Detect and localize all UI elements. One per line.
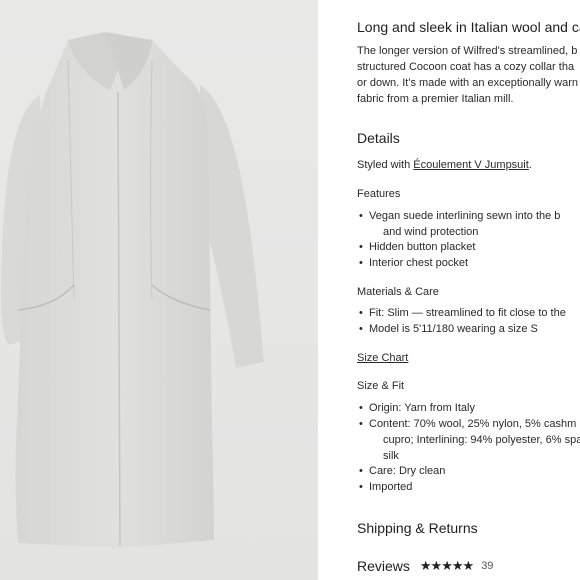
- size-fit-item: • Imported: [359, 481, 413, 493]
- feature-text: Interior chest pocket: [369, 257, 469, 269]
- product-image[interactable]: [0, 0, 318, 580]
- feature-item: • Hidden button placket: [359, 241, 476, 253]
- product-headline: Long and sleek in Italian wool and ca: [357, 19, 580, 35]
- feature-item: • Vegan suede interlining sewn into the b: [359, 210, 561, 222]
- size-fit-item: • Care: Dry clean: [359, 465, 446, 477]
- description-line: fabric from a premier Italian mill.: [357, 93, 514, 105]
- size-fit-continued: silk: [383, 450, 399, 462]
- size-chart-link[interactable]: Size Chart: [357, 352, 408, 364]
- description-line: The longer version of Wilfred's streamli…: [357, 45, 578, 57]
- shipping-returns-heading[interactable]: Shipping & Returns: [357, 520, 478, 536]
- review-count: 39: [481, 560, 494, 572]
- styled-with: Styled with Écoulement V Jumpsuit.: [357, 159, 532, 171]
- size-fit-item: • Origin: Yarn from Italy: [359, 402, 475, 414]
- materials-item: • Fit: Slim — streamlined to fit close to…: [359, 307, 566, 319]
- description-line: or down. It's made with an exceptionally…: [357, 77, 578, 89]
- details-heading[interactable]: Details: [357, 130, 400, 146]
- materials-item: • Model is 5'11/180 wearing a size S: [359, 323, 538, 335]
- product-details-panel: Long and sleek in Italian wool and ca Th…: [357, 0, 580, 580]
- feature-item: • Interior chest pocket: [359, 257, 469, 269]
- size-fit-continued: cupro; Interlining: 94% polyester, 6% sp…: [383, 434, 580, 446]
- feature-text: Hidden button placket: [369, 241, 476, 253]
- description-line: structured Cocoon coat has a cozy collar…: [357, 61, 575, 73]
- styled-with-link[interactable]: Écoulement V Jumpsuit: [413, 159, 529, 171]
- materials-text: Model is 5'11/180 wearing a size S: [369, 323, 538, 335]
- size-fit-text: Care: Dry clean: [369, 465, 446, 477]
- coat-illustration: [0, 32, 264, 548]
- feature-text: Vegan suede interlining sewn into the b: [369, 210, 561, 222]
- reviews-summary[interactable]: Reviews ★★★★★ 39: [357, 558, 493, 574]
- features-label: Features: [357, 188, 401, 200]
- styled-with-suffix: .: [528, 159, 532, 171]
- size-fit-label: Size & Fit: [357, 380, 405, 392]
- size-fit-item: • Content: 70% wool, 25% nylon, 5% cashm: [359, 418, 577, 430]
- star-rating-icon: ★★★★★: [419, 558, 474, 573]
- size-fit-text: Content: 70% wool, 25% nylon, 5% cashm: [369, 418, 577, 430]
- materials-label: Materials & Care: [357, 286, 439, 298]
- materials-text: Fit: Slim — streamlined to fit close to …: [369, 307, 566, 319]
- size-fit-text: Origin: Yarn from Italy: [369, 402, 475, 414]
- styled-with-prefix: Styled with: [357, 159, 414, 171]
- feature-item-continued: and wind protection: [383, 226, 479, 238]
- reviews-label: Reviews: [357, 558, 410, 574]
- size-fit-text: Imported: [369, 481, 413, 493]
